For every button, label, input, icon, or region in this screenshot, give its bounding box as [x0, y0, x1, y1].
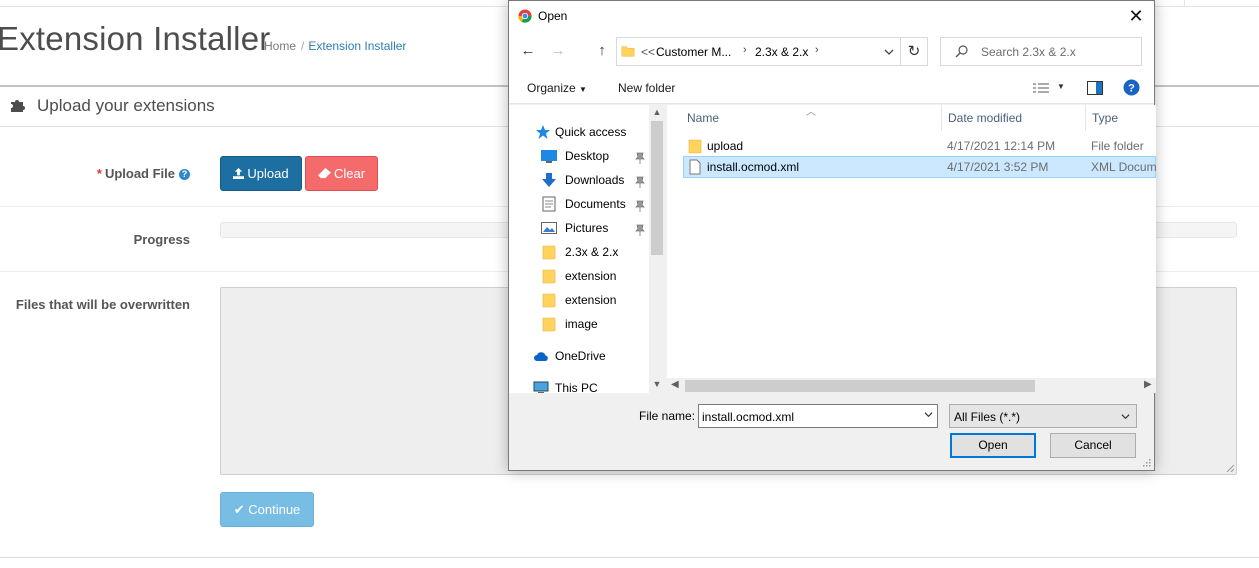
- computer-icon: [533, 381, 549, 393]
- file-list-hscrollbar[interactable]: ◀ ▶: [667, 378, 1156, 393]
- folder-icon: [542, 293, 556, 308]
- column-type[interactable]: Type: [1092, 105, 1118, 131]
- folder-icon: [542, 317, 556, 332]
- pin-icon[interactable]: [635, 152, 645, 164]
- file-row-install-ocmod-xml[interactable]: install.ocmod.xml 4/17/2021 3:52 PM XML …: [683, 156, 1156, 178]
- file-row-upload[interactable]: upload 4/17/2021 12:14 PM File folder: [683, 135, 1156, 157]
- top-divider-tick: [1184, 0, 1185, 6]
- file-name-value: install.ocmod.xml: [702, 410, 795, 424]
- dropdown-caret-icon: ▼: [579, 85, 587, 94]
- cancel-button[interactable]: Cancel: [1050, 433, 1136, 458]
- folder-icon: [621, 46, 635, 57]
- puzzle-icon: [11, 100, 25, 112]
- pictures-icon: [541, 222, 557, 234]
- breadcrumb: Home / Extension Installer: [264, 39, 406, 53]
- nav-scroll-thumb[interactable]: [651, 121, 663, 255]
- back-arrow-icon[interactable]: ←: [519, 42, 537, 60]
- cloud-icon: [534, 352, 548, 361]
- breadcrumb-home[interactable]: Home: [264, 39, 296, 53]
- nav-scrollbar[interactable]: ▲ ▼: [649, 105, 665, 393]
- svg-text:?: ?: [1128, 83, 1135, 95]
- file-name-input[interactable]: install.ocmod.xml: [698, 404, 938, 428]
- page-title: Extension Installer: [0, 20, 271, 57]
- required-mark: *: [96, 166, 102, 181]
- help-icon[interactable]: ?: [1123, 79, 1140, 96]
- file-type-filter-select[interactable]: All Files (*.*): [949, 404, 1137, 428]
- address-overflow[interactable]: <<: [641, 45, 655, 59]
- address-crumb[interactable]: Customer M...: [656, 45, 731, 59]
- file-type-filter-value: All Files (*.*): [954, 410, 1021, 424]
- file-icon: [689, 159, 701, 175]
- scroll-left-icon[interactable]: ◀: [671, 379, 679, 390]
- search-input[interactable]: Search 2.3x & 2.x: [940, 37, 1142, 66]
- refresh-icon[interactable]: ↻: [901, 37, 928, 66]
- star-icon: [536, 125, 550, 139]
- continue-button[interactable]: ✔ Continue: [220, 492, 314, 527]
- continue-button-label: Continue: [248, 502, 301, 517]
- column-divider[interactable]: [941, 105, 942, 131]
- chrome-icon: [518, 9, 532, 23]
- address-crumb[interactable]: 2.3x & 2.x: [755, 45, 808, 59]
- view-dropdown-caret-icon[interactable]: ▼: [1057, 82, 1065, 91]
- desktop-icon: [541, 150, 557, 163]
- clear-button[interactable]: Clear: [305, 156, 378, 191]
- clear-button-label: Clear: [333, 166, 366, 181]
- upload-icon: [233, 168, 245, 179]
- folder-icon: [688, 139, 702, 154]
- address-bar[interactable]: << Customer M... › 2.3x & 2.x ›: [616, 37, 901, 66]
- dialog-title: Open: [538, 9, 568, 23]
- preview-pane-icon[interactable]: [1087, 81, 1103, 95]
- question-circle-icon[interactable]: ?: [179, 169, 190, 180]
- overwrite-label: Files that will be overwritten: [15, 297, 190, 312]
- upload-button[interactable]: Upload: [220, 156, 302, 191]
- progress-label: Progress: [133, 232, 190, 247]
- file-name-label: File name:: [639, 409, 696, 423]
- view-options-icon[interactable]: [1033, 83, 1049, 93]
- folder-icon: [542, 269, 556, 284]
- pin-icon[interactable]: [635, 200, 645, 212]
- forward-arrow-icon[interactable]: →: [549, 42, 567, 60]
- hscroll-thumb[interactable]: [685, 380, 1035, 392]
- search-icon: [955, 45, 968, 58]
- dialog-toolbar: Organize ▼ New folder ▼ ?: [509, 72, 1154, 104]
- pin-icon[interactable]: [635, 176, 645, 188]
- dialog-titlebar: Open ✕: [509, 1, 1154, 32]
- organize-menu[interactable]: Organize ▼: [527, 81, 587, 95]
- sort-ascending-icon: ︿: [806, 107, 816, 118]
- new-folder-button[interactable]: New folder: [618, 81, 675, 95]
- pin-icon[interactable]: [635, 224, 645, 236]
- chevron-right-icon[interactable]: ›: [743, 44, 747, 56]
- upload-file-label: * Upload File?: [97, 166, 190, 181]
- panel-title: Upload your extensions: [37, 96, 215, 115]
- resize-grip-icon[interactable]: [1141, 457, 1151, 467]
- up-arrow-icon[interactable]: ↑: [593, 42, 611, 60]
- file-list-pane: ︿ Name Date modified Type upload 4/17/20…: [667, 105, 1156, 393]
- search-placeholder: Search 2.3x & 2.x: [981, 45, 1076, 59]
- folder-icon: [542, 245, 556, 260]
- scroll-down-icon[interactable]: ▼: [649, 379, 665, 393]
- open-button[interactable]: Open: [950, 433, 1036, 458]
- close-icon[interactable]: ✕: [1124, 5, 1148, 27]
- chevron-right-icon[interactable]: ›: [815, 44, 819, 56]
- resize-grip-icon[interactable]: [1226, 464, 1234, 472]
- column-date-modified[interactable]: Date modified: [948, 105, 1022, 131]
- scroll-up-icon[interactable]: ▲: [649, 107, 665, 121]
- downloads-icon: [542, 173, 556, 187]
- upload-button-label: Upload: [247, 166, 289, 181]
- navigation-pane: Quick access Desktop Downloads Documents…: [509, 105, 665, 393]
- eraser-icon: [318, 168, 331, 179]
- documents-icon: [542, 196, 556, 212]
- breadcrumb-separator: /: [301, 39, 305, 53]
- chevron-down-icon[interactable]: [924, 410, 933, 419]
- scroll-right-icon[interactable]: ▶: [1144, 379, 1152, 390]
- chevron-down-icon[interactable]: [884, 48, 894, 56]
- check-icon: ✔: [233, 502, 245, 517]
- column-divider[interactable]: [1085, 105, 1086, 131]
- column-name[interactable]: Name: [687, 105, 719, 131]
- breadcrumb-current[interactable]: Extension Installer: [308, 39, 406, 53]
- address-row: ← → ↑ << Customer M... › 2.3x & 2.x › ↻ …: [509, 32, 1154, 72]
- chevron-down-icon: [1121, 414, 1130, 420]
- open-file-dialog: Open ✕ ← → ↑ << Customer M... › 2.3x & 2…: [508, 0, 1156, 471]
